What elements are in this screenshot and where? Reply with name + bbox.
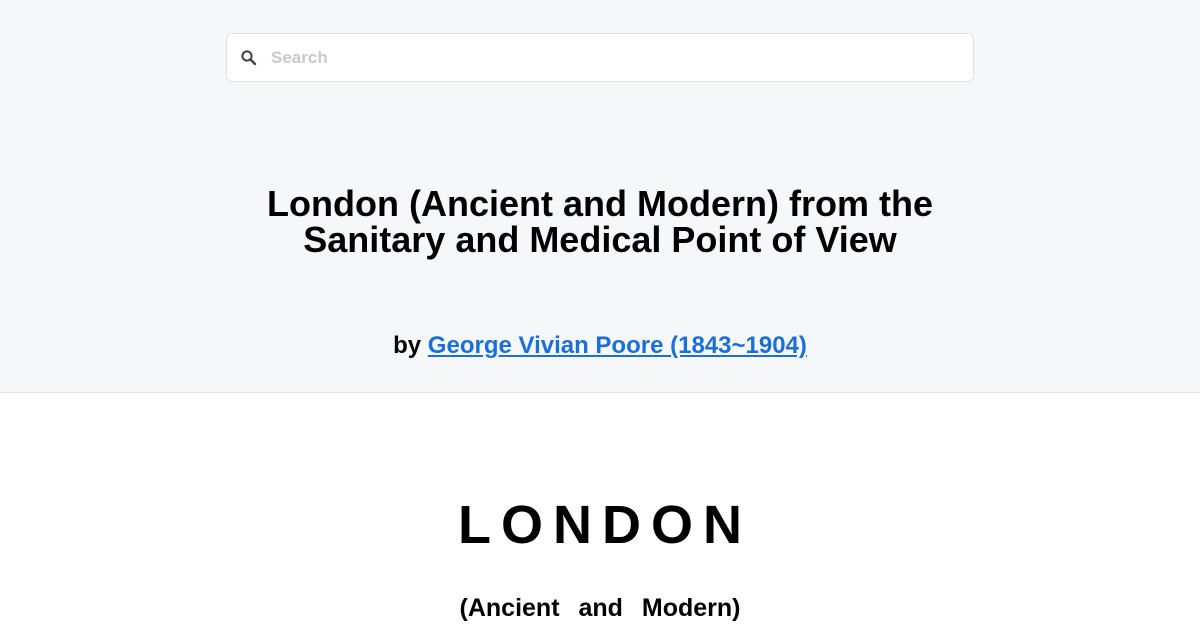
search-input[interactable] [271,34,961,81]
byline: by George Vivian Poore (1843~1904) [200,332,1000,360]
author-link[interactable]: George Vivian Poore (1843~1904) [428,332,807,359]
search-box[interactable] [226,33,974,82]
book-title: London (Ancient and Modern) from the San… [267,183,933,260]
content-subheading: (Ancient and Modern) [459,594,741,622]
search-icon [240,49,258,67]
content-heading: LONDON [458,495,752,555]
header-band: London (Ancient and Modern) from the San… [0,0,1200,393]
byline-prefix: by [393,332,428,359]
